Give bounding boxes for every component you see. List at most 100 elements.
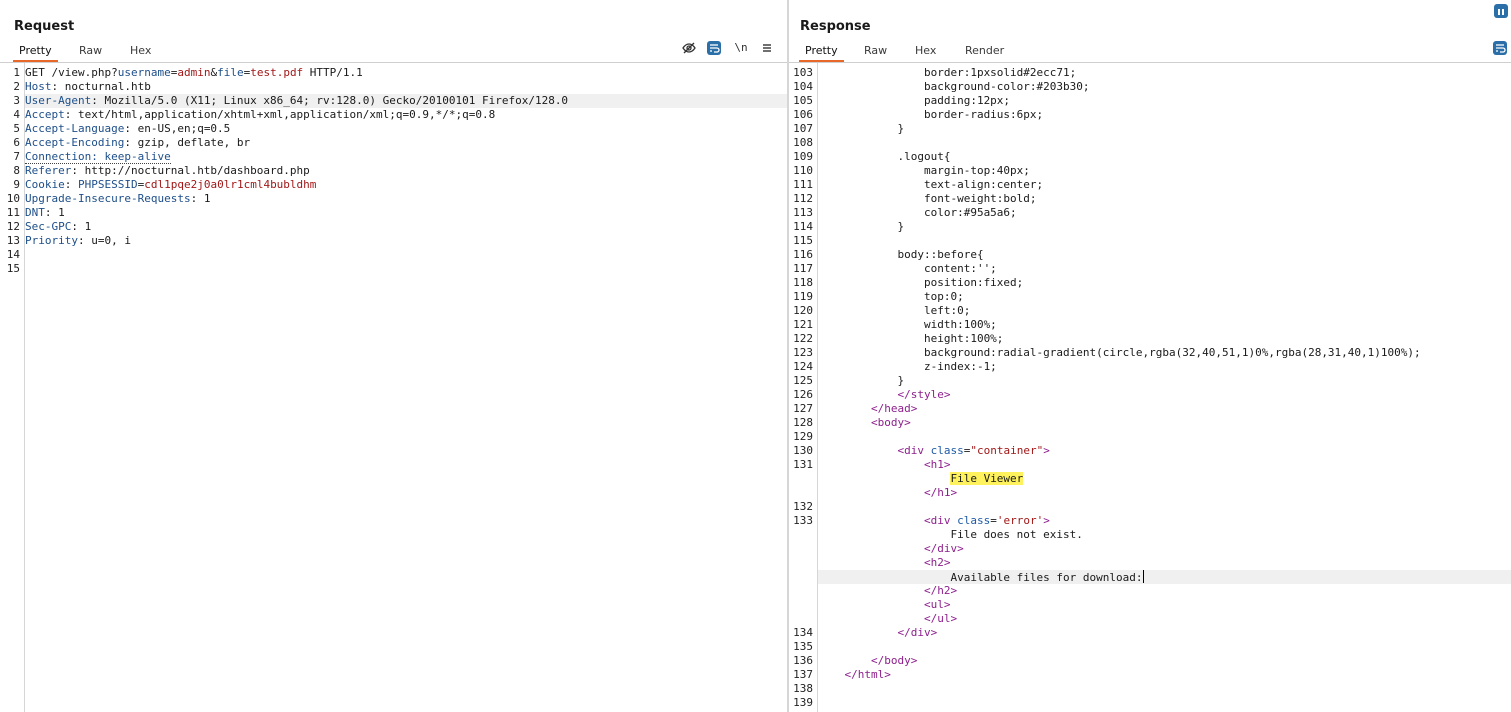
code-line[interactable]: .logout{ (818, 150, 1511, 164)
code-line[interactable]: Cookie: PHPSESSID=cdl1pqe2j0a0lr1cml4bub… (25, 178, 787, 192)
code-line[interactable]: </div> (818, 626, 1511, 640)
line-number: 126 (793, 388, 813, 401)
code-line[interactable]: <h2> (818, 556, 1511, 570)
code-line[interactable]: <body> (818, 416, 1511, 430)
line-number: 11 (6, 206, 20, 219)
line-number (789, 570, 813, 584)
code-line[interactable]: </h2> (818, 584, 1511, 598)
code-line[interactable]: </body> (818, 654, 1511, 668)
code-line[interactable]: Accept: text/html,application/xhtml+xml,… (25, 108, 787, 122)
code-line[interactable]: File does not exist. (818, 528, 1511, 542)
code-line[interactable] (818, 682, 1511, 696)
line-number: 13 (6, 234, 20, 247)
code-line[interactable] (818, 430, 1511, 444)
code-line[interactable]: background-color:#203b30; (818, 80, 1511, 94)
line-number: 120 (793, 304, 813, 317)
code-line[interactable]: <div class='error'> (818, 514, 1511, 528)
code-line[interactable] (818, 136, 1511, 150)
code-line[interactable]: <div class="container"> (818, 444, 1511, 458)
code-line[interactable]: Available files for download: (818, 570, 1511, 584)
code-line[interactable]: <ul> (818, 598, 1511, 612)
panel-layout-icon[interactable] (1494, 4, 1508, 18)
line-number: 4 (13, 108, 20, 121)
code-line[interactable]: Priority: u=0, i (25, 234, 787, 248)
code-line[interactable]: height:100%; (818, 332, 1511, 346)
eye-off-icon[interactable] (682, 41, 696, 55)
line-number (789, 556, 813, 570)
code-line[interactable] (25, 248, 787, 262)
newline-icon[interactable]: \n (734, 41, 748, 55)
code-line[interactable]: top:0; (818, 290, 1511, 304)
code-line[interactable]: </head> (818, 402, 1511, 416)
code-line[interactable] (818, 696, 1511, 710)
code-line[interactable] (818, 500, 1511, 514)
code-line[interactable] (818, 640, 1511, 654)
line-number: 115 (793, 234, 813, 247)
code-line[interactable]: </style> (818, 388, 1511, 402)
tab-response-hex[interactable]: Hex (909, 42, 942, 60)
code-line[interactable]: </h1> (818, 486, 1511, 500)
code-line[interactable]: border:1pxsolid#2ecc71; (818, 66, 1511, 80)
code-line[interactable]: border-radius:6px; (818, 108, 1511, 122)
tab-response-raw[interactable]: Raw (858, 42, 893, 60)
code-line[interactable]: GET /view.php?username=admin&file=test.p… (25, 66, 787, 80)
code-line[interactable]: background:radial-gradient(circle,rgba(3… (818, 346, 1511, 360)
code-line[interactable]: Host: nocturnal.htb (25, 80, 787, 94)
code-line[interactable]: text-align:center; (818, 178, 1511, 192)
wrap-icon[interactable] (707, 41, 721, 55)
code-line[interactable] (818, 234, 1511, 248)
line-number: 14 (6, 248, 20, 261)
tab-request-hex[interactable]: Hex (124, 42, 157, 60)
line-number: 106 (793, 108, 813, 121)
tab-request-raw[interactable]: Raw (73, 42, 108, 60)
code-line[interactable]: User-Agent: Mozilla/5.0 (X11; Linux x86_… (25, 94, 787, 108)
line-number: 6 (13, 136, 20, 149)
code-line[interactable]: <h1> (818, 458, 1511, 472)
response-code[interactable]: border:1pxsolid#2ecc71; background-color… (818, 63, 1511, 712)
menu-icon[interactable] (760, 41, 774, 55)
line-number: 3 (13, 94, 20, 107)
code-line[interactable]: } (818, 220, 1511, 234)
code-line[interactable]: DNT: 1 (25, 206, 787, 220)
code-line[interactable]: font-weight:bold; (818, 192, 1511, 206)
code-line[interactable]: Accept-Encoding: gzip, deflate, br (25, 136, 787, 150)
code-line[interactable]: Upgrade-Insecure-Requests: 1 (25, 192, 787, 206)
tab-response-pretty[interactable]: Pretty (799, 42, 844, 62)
request-code[interactable]: GET /view.php?username=admin&file=test.p… (25, 63, 787, 712)
line-number: 109 (793, 150, 813, 163)
code-line[interactable]: Connection: keep-alive (25, 150, 787, 164)
line-number: 105 (793, 94, 813, 107)
line-number: 1 (13, 66, 20, 79)
code-line[interactable]: padding:12px; (818, 94, 1511, 108)
response-editor[interactable]: 103 104 105 106 107 108 109 110 111 112 113 114 115 1… (789, 63, 1511, 712)
code-line[interactable]: Accept-Language: en-US,en;q=0.5 (25, 122, 787, 136)
code-line[interactable]: body::before{ (818, 248, 1511, 262)
wrap-icon[interactable] (1493, 41, 1507, 55)
line-number: 111 (793, 178, 813, 191)
code-line[interactable]: width:100%; (818, 318, 1511, 332)
code-line[interactable]: content:''; (818, 262, 1511, 276)
code-line[interactable] (25, 262, 787, 276)
request-editor[interactable]: 1 2 3 4 5 6 7 8 9 10 11 12 13 14 15 GET /view.php?user… (0, 63, 787, 712)
tab-response-render[interactable]: Render (959, 42, 1010, 60)
code-line[interactable]: left:0; (818, 304, 1511, 318)
line-number: 12 (6, 220, 20, 233)
code-line[interactable]: </ul> (818, 612, 1511, 626)
code-line[interactable]: Sec-GPC: 1 (25, 220, 787, 234)
code-line[interactable]: </html> (818, 668, 1511, 682)
code-line[interactable]: color:#95a5a6; (818, 206, 1511, 220)
code-line[interactable]: z-index:-1; (818, 360, 1511, 374)
code-line[interactable]: Referer: http://nocturnal.htb/dashboard.… (25, 164, 787, 178)
line-number: 138 (793, 682, 813, 695)
code-line[interactable]: File Viewer (818, 472, 1511, 486)
line-number (789, 472, 813, 486)
code-line[interactable]: margin-top:40px; (818, 164, 1511, 178)
code-line[interactable]: } (818, 374, 1511, 388)
request-title: Request (14, 19, 75, 34)
code-line[interactable]: } (818, 122, 1511, 136)
code-line[interactable]: </div> (818, 542, 1511, 556)
line-number: 116 (793, 248, 813, 261)
code-line[interactable]: position:fixed; (818, 276, 1511, 290)
tab-request-pretty[interactable]: Pretty (13, 42, 58, 62)
line-number: 125 (793, 374, 813, 387)
